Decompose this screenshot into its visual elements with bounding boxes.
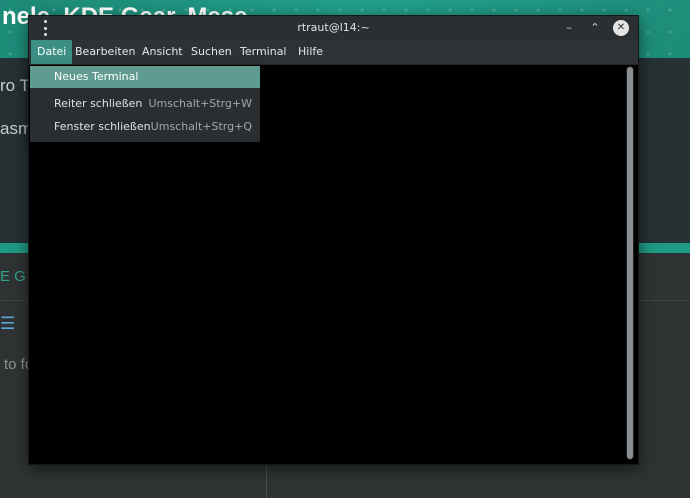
background-text-line-1: ro T <box>0 76 30 95</box>
menu-item-shortcut: Umschalt+Strg+W <box>148 97 252 110</box>
datei-dropdown-menu: Neues Terminal Reiter schließen Umschalt… <box>30 66 260 142</box>
menu-ansicht[interactable]: Ansicht <box>136 40 189 64</box>
minimize-icon[interactable]: – <box>561 20 577 36</box>
window-titlebar[interactable]: rtraut@l14:~ – ⌃ ✕ <box>29 16 638 40</box>
menu-item-neues-terminal[interactable]: Neues Terminal <box>30 66 260 88</box>
menu-hilfe[interactable]: Hilfe <box>292 40 329 64</box>
close-icon[interactable]: ✕ <box>613 20 629 36</box>
menu-datei[interactable]: Datei <box>31 40 73 64</box>
menu-item-fenster-schliessen[interactable]: Fenster schließen Umschalt+Strg+Q <box>30 116 260 138</box>
background-tab[interactable]: E G <box>0 268 26 285</box>
menu-item-label: Neues Terminal <box>54 70 139 83</box>
window-title: rtraut@l14:~ <box>297 21 370 34</box>
menu-bearbeiten[interactable]: Bearbeiten <box>69 40 141 64</box>
menu-terminal[interactable]: Terminal <box>234 40 293 64</box>
menu-item-label: Fenster schließen <box>54 120 151 133</box>
menu-item-reiter-schliessen[interactable]: Reiter schließen Umschalt+Strg+W <box>30 93 260 115</box>
scrollbar-thumb[interactable] <box>627 67 633 459</box>
menu-item-label: Reiter schließen <box>54 97 143 110</box>
terminal-scrollbar[interactable] <box>626 66 634 460</box>
menu-suchen[interactable]: Suchen <box>185 40 238 64</box>
maximize-icon[interactable]: ⌃ <box>587 20 603 36</box>
hamburger-menu-icon[interactable]: ☰ <box>0 314 15 334</box>
background-vertical-divider <box>266 464 267 498</box>
menu-item-shortcut: Umschalt+Strg+Q <box>150 120 252 133</box>
menubar: Datei Bearbeiten Ansicht Suchen Terminal… <box>29 40 638 65</box>
